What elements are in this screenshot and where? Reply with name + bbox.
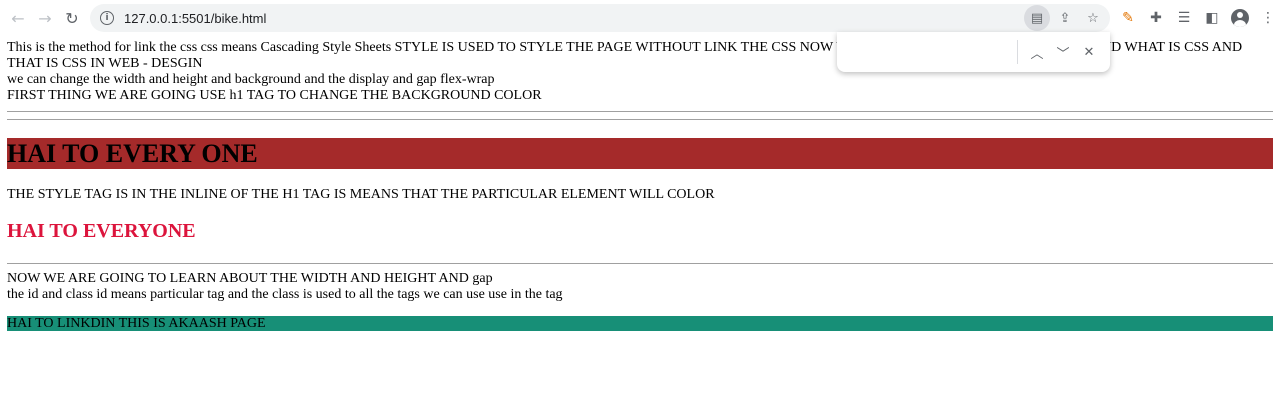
width-height-paragraph: we can change the width and height and b… bbox=[7, 72, 495, 87]
profile-avatar-icon[interactable] bbox=[1228, 6, 1252, 30]
find-next-chevron-down-icon[interactable]: ﹀ bbox=[1051, 40, 1075, 64]
linkedin-banner: HAI TO LINKDIN THIS IS AKAASH PAGE bbox=[7, 316, 1273, 331]
heading-hai-to-every-one: HAI TO EVERY ONE bbox=[7, 138, 1273, 169]
browser-toolbar: ← → ↻ i 127.0.0.1:5501/bike.html ▤ ⇪ ☆ ✎… bbox=[0, 0, 1280, 36]
find-separator bbox=[1017, 40, 1018, 64]
pen-extension-icon[interactable]: ✎ bbox=[1116, 6, 1140, 30]
menu-dots-icon[interactable]: ⋮ bbox=[1256, 6, 1280, 30]
reload-icon[interactable]: ↻ bbox=[60, 6, 84, 30]
style-tag-paragraph: THE STYLE TAG IS IN THE INLINE OF THE H1… bbox=[7, 187, 715, 202]
side-panel-icon[interactable]: ◧ bbox=[1200, 6, 1224, 30]
address-bar[interactable]: i 127.0.0.1:5501/bike.html ▤ ⇪ ☆ bbox=[90, 4, 1110, 32]
url-text[interactable]: 127.0.0.1:5501/bike.html bbox=[124, 11, 266, 26]
id-class-paragraph: the id and class id means particular tag… bbox=[7, 287, 563, 302]
find-previous-chevron-up-icon[interactable]: ︿ bbox=[1025, 40, 1049, 64]
page-document-icon[interactable]: ▤ bbox=[1024, 5, 1050, 31]
avatar bbox=[1231, 9, 1249, 27]
back-arrow-icon[interactable]: ← bbox=[6, 6, 30, 30]
puzzle-extensions-icon[interactable]: ✚ bbox=[1144, 6, 1168, 30]
reading-list-icon[interactable]: ☰ bbox=[1172, 6, 1196, 30]
bookmark-star-icon[interactable]: ☆ bbox=[1080, 5, 1106, 31]
toolbar-extensions: ✎ ✚ ☰ ◧ ⋮ bbox=[1116, 6, 1280, 30]
page-content: This is the method for link the css css … bbox=[0, 36, 1280, 420]
share-icon[interactable]: ⇪ bbox=[1052, 5, 1078, 31]
heading-hai-to-everyone: HAI TO EVERYONE bbox=[7, 220, 196, 242]
width-height-gap-paragraph: NOW WE ARE GOING TO LEARN ABOUT THE WIDT… bbox=[7, 271, 493, 286]
find-close-icon[interactable]: ✕ bbox=[1077, 40, 1101, 64]
first-thing-paragraph: FIRST THING WE ARE GOING USE h1 TAG TO C… bbox=[7, 88, 542, 103]
site-info-icon[interactable]: i bbox=[100, 11, 114, 25]
find-in-page-bar: ︿ ﹀ ✕ bbox=[837, 32, 1110, 72]
divider bbox=[7, 111, 1273, 112]
divider bbox=[7, 119, 1273, 120]
divider bbox=[7, 263, 1273, 264]
omnibox-actions: ▤ ⇪ ☆ bbox=[1024, 4, 1106, 32]
forward-arrow-icon[interactable]: → bbox=[33, 6, 57, 30]
find-input[interactable] bbox=[847, 38, 1017, 64]
